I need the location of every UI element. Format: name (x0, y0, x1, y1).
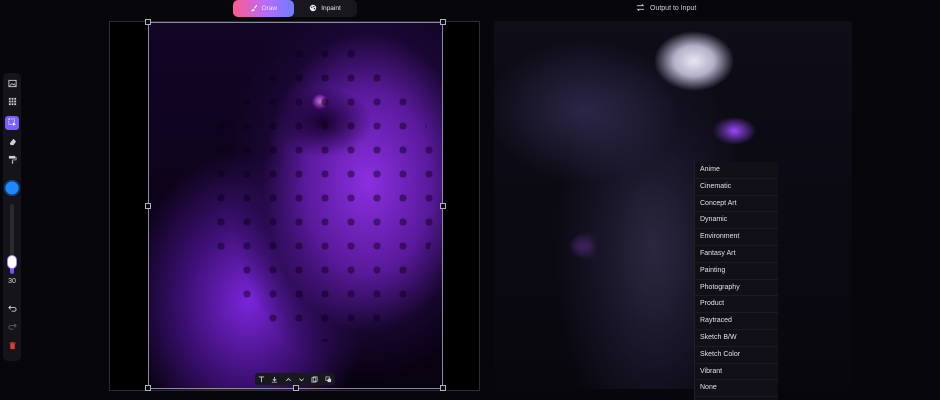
resize-handle-bottom-left[interactable] (145, 385, 151, 391)
text-icon[interactable] (258, 375, 265, 383)
redo-button[interactable] (5, 320, 19, 334)
style-option-environment[interactable]: Environment (695, 229, 778, 246)
top-bar: Draw Inpaint Output to Input (0, 0, 940, 18)
output-image (494, 21, 852, 389)
redo-icon (7, 318, 17, 336)
brush-color-swatch[interactable] (4, 180, 20, 196)
face-pattern (208, 42, 438, 342)
draw-mode-label: Draw (261, 5, 278, 12)
eraser-icon (8, 133, 17, 151)
copy-icon[interactable] (311, 376, 318, 383)
style-option-fantasy-art[interactable]: Fantasy Art (695, 246, 778, 263)
resize-handle-top-left[interactable] (145, 19, 151, 25)
chevron-down-icon[interactable] (298, 376, 305, 383)
output-to-input-button[interactable]: Output to Input (636, 2, 696, 15)
grid-icon (8, 93, 17, 111)
swap-icon (636, 3, 645, 14)
select-tool[interactable] (5, 116, 19, 130)
image-tool[interactable] (5, 77, 19, 91)
inpaint-mode-button[interactable]: Inpaint (294, 0, 356, 17)
canvas-toolbar (255, 373, 335, 385)
style-option-dynamic[interactable]: Dynamic (695, 212, 778, 230)
resize-handle-right[interactable] (440, 203, 446, 209)
image-icon (7, 75, 17, 93)
chevron-up-icon[interactable] (285, 376, 292, 383)
style-option-photography[interactable]: Photography (695, 280, 778, 297)
trash-icon (8, 337, 17, 355)
brush-size-handle[interactable] (8, 256, 16, 268)
select-icon (7, 114, 17, 132)
style-option-concept-art[interactable]: Concept Art (695, 196, 778, 213)
style-option-painting[interactable]: Painting (695, 263, 778, 280)
resize-handle-top-right[interactable] (440, 19, 446, 25)
style-option-product[interactable]: Product (695, 296, 778, 314)
grid-tool[interactable] (5, 95, 19, 109)
layers-icon[interactable] (325, 376, 332, 383)
inpaint-mode-label: Inpaint (321, 5, 341, 12)
mode-switch: Draw Inpaint (233, 0, 357, 17)
style-option-sketch-color[interactable]: Sketch Color (695, 347, 778, 364)
style-option-cinematic[interactable]: Cinematic (695, 179, 778, 196)
delete-button[interactable] (5, 339, 19, 353)
output-to-input-label: Output to Input (650, 5, 697, 12)
tool-rail: 30 (3, 73, 21, 361)
style-option-anime[interactable]: Anime (695, 162, 778, 179)
download-icon[interactable] (271, 376, 278, 383)
eraser-tool[interactable] (5, 135, 19, 149)
style-option-vibrant[interactable]: Vibrant (695, 364, 778, 381)
paint-roller-tool[interactable] (5, 153, 19, 167)
brush-icon (250, 4, 258, 14)
resize-handle-left[interactable] (145, 203, 151, 209)
input-image (148, 22, 443, 390)
palette-icon (309, 4, 317, 14)
style-dropdown-menu: Anime Cinematic Concept Art Dynamic Envi… (694, 162, 778, 400)
resize-handle-bottom[interactable] (293, 385, 299, 391)
resize-handle-bottom-right[interactable] (440, 385, 446, 391)
drawing-canvas[interactable] (109, 19, 480, 391)
style-option-raytraced[interactable]: Raytraced (695, 313, 778, 330)
style-option-sketch-bw[interactable]: Sketch B/W (695, 330, 778, 347)
undo-icon (7, 300, 17, 318)
undo-button[interactable] (5, 302, 19, 316)
paint-roller-icon (8, 151, 17, 169)
brush-size-value: 30 (8, 278, 16, 285)
draw-mode-button[interactable]: Draw (233, 0, 294, 17)
style-option-none[interactable]: None (695, 380, 778, 398)
